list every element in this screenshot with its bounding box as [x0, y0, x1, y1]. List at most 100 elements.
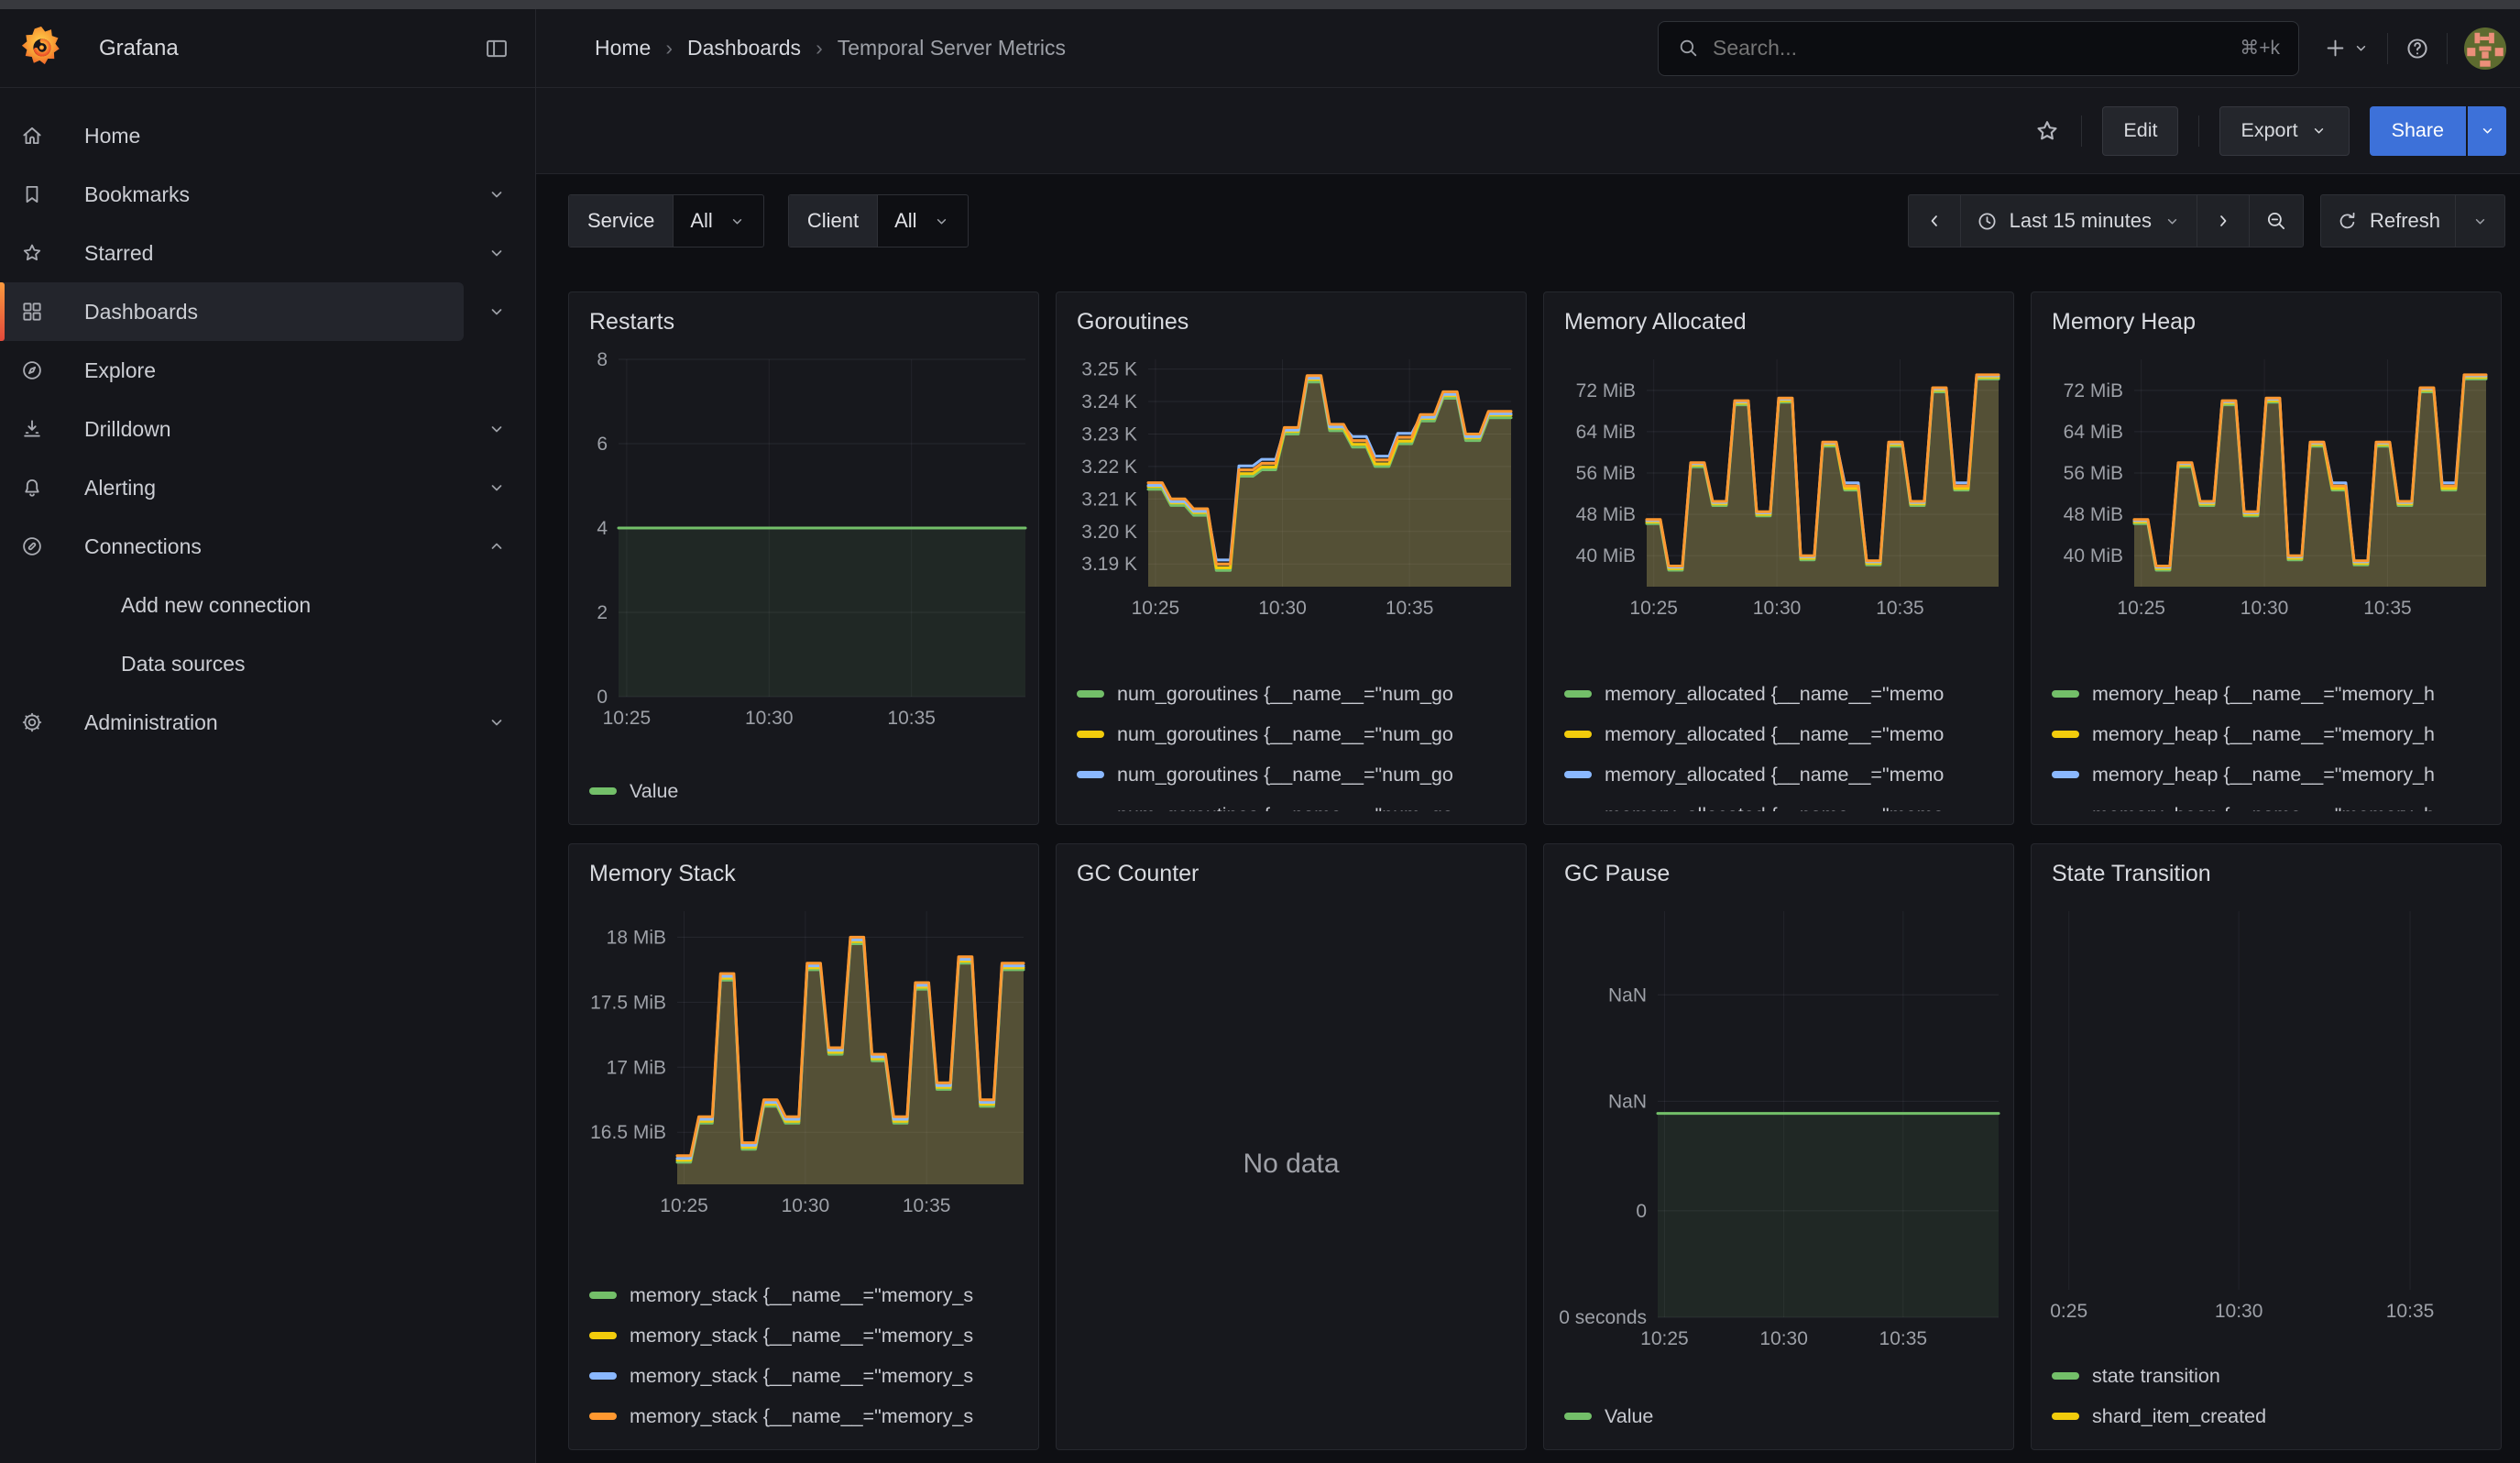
legend-item[interactable]: memory_heap {__name__="memory_h	[2052, 754, 2492, 795]
legend-item[interactable]: memory_allocated {__name__="memo	[1564, 795, 2004, 811]
export-button[interactable]: Export	[2219, 106, 2349, 156]
panel-title[interactable]: Memory Heap	[2032, 292, 2501, 339]
add-button[interactable]	[2323, 36, 2371, 60]
edit-button[interactable]: Edit	[2102, 106, 2178, 156]
timeseries-chart[interactable]: 16.5 MiB17 MiB17.5 MiB18 MiB10:2510:3010…	[569, 898, 1038, 1219]
svg-text:18 MiB: 18 MiB	[607, 927, 666, 948]
legend-item[interactable]: memory_allocated {__name__="memo	[1564, 714, 2004, 754]
legend-item[interactable]: num_goroutines {__name__="num_go	[1077, 714, 1517, 754]
panel-memory-allocated: Memory Allocated 40 MiB48 MiB56 MiB64 MiB…	[1543, 292, 2014, 825]
divider	[2447, 33, 2448, 64]
svg-text:10:30: 10:30	[782, 1195, 830, 1216]
variable-service-value[interactable]: All	[674, 195, 762, 247]
legend-item[interactable]: memory_stack {__name__="memory_s	[589, 1275, 1029, 1315]
time-controls: Last 15 minutes Refresh	[1908, 194, 2505, 248]
sidebar-item-administration[interactable]: Administration	[0, 693, 535, 752]
sidebar-collapse-icon[interactable]	[484, 36, 509, 61]
panel-memory-heap: Memory Heap 40 MiB48 MiB56 MiB64 MiB72 Mi…	[2031, 292, 2502, 825]
star-dashboard-button[interactable]	[2033, 117, 2061, 145]
sidebar-item-connections[interactable]: Connections	[0, 517, 535, 576]
svg-text:10:25: 10:25	[1640, 1328, 1689, 1349]
legend-item[interactable]: memory_heap {__name__="memory_h	[2052, 674, 2492, 714]
divider	[2198, 116, 2199, 147]
search-input[interactable]: ⌘+k	[1658, 21, 2299, 76]
legend-item[interactable]: num_goroutines {__name__="num_go	[1077, 754, 1517, 795]
svg-text:3.20 K: 3.20 K	[1081, 522, 1137, 543]
legend-item[interactable]: shard_item_created	[2052, 1396, 2492, 1436]
timeseries-chart[interactable]: 0:2510:3010:35	[2032, 898, 2501, 1325]
window-top-strip	[0, 0, 2520, 9]
chevron-down-icon	[2351, 38, 2371, 58]
panel-title[interactable]: Memory Stack	[569, 844, 1038, 891]
sidebar-item-add-new-connection[interactable]: Add new connection	[0, 576, 535, 634]
sidebar-item-home[interactable]: Home	[0, 106, 535, 165]
sidebar-item-dashboards[interactable]: Dashboards	[0, 282, 535, 341]
timeseries-chart[interactable]: 0246810:2510:3010:35	[569, 346, 1038, 732]
legend-item[interactable]: memory_allocated {__name__="memo	[1564, 754, 2004, 795]
svg-text:40 MiB: 40 MiB	[1576, 545, 1636, 566]
legend-series-label: memory_allocated {__name__="memo	[1605, 683, 1944, 706]
breadcrumb: Home › Dashboards › Temporal Server Metr…	[595, 36, 1066, 60]
sidebar-item-label: Alerting	[84, 476, 156, 500]
share-button[interactable]: Share	[2370, 106, 2466, 156]
divider	[2387, 33, 2388, 64]
legend-series-color	[2052, 690, 2079, 698]
grafana-logo-icon	[20, 25, 62, 72]
sidebar-item-explore[interactable]: Explore	[0, 341, 535, 400]
legend-item[interactable]: Value	[589, 771, 1029, 811]
legend-series-label: memory_stack {__name__="memory_s	[630, 1284, 973, 1307]
chevron-down-icon	[486, 183, 508, 205]
legend-item[interactable]: memory_heap {__name__="memory_h	[2052, 714, 2492, 754]
svg-text:10:30: 10:30	[1753, 598, 1802, 619]
user-avatar[interactable]	[2464, 28, 2506, 70]
legend-series-color	[1564, 1413, 1592, 1420]
panel-title[interactable]: Goroutines	[1057, 292, 1526, 339]
timeseries-chart[interactable]: NaNNaN00 seconds10:2510:3010:35	[1544, 898, 2013, 1352]
variable-service[interactable]: Service All	[568, 194, 764, 248]
legend-item[interactable]: Value	[1564, 1396, 2004, 1436]
refresh-button[interactable]: Refresh	[2321, 195, 2456, 247]
sidebar-item-starred[interactable]: Starred	[0, 224, 535, 282]
search-field[interactable]	[1713, 36, 2227, 60]
legend-item[interactable]: memory_heap {__name__="memory_h	[2052, 795, 2492, 811]
refresh-interval-button[interactable]	[2456, 195, 2504, 247]
share-dropdown-button[interactable]	[2468, 106, 2506, 156]
time-forward-button[interactable]	[2197, 195, 2250, 247]
chevron-down-icon	[2163, 212, 2182, 231]
timeseries-chart[interactable]: 3.19 K3.20 K3.21 K3.22 K3.23 K3.24 K3.25…	[1057, 346, 1526, 622]
time-back-button[interactable]	[1909, 195, 1961, 247]
time-range-button[interactable]: Last 15 minutes	[1961, 195, 2197, 247]
timeseries-chart[interactable]: 40 MiB48 MiB56 MiB64 MiB72 MiB10:2510:30…	[1544, 346, 2013, 622]
breadcrumb-dashboards[interactable]: Dashboards	[687, 36, 801, 60]
variable-service-selected: All	[690, 209, 712, 233]
svg-text:10:30: 10:30	[2215, 1301, 2263, 1322]
panel-title[interactable]: Memory Allocated	[1544, 292, 2013, 339]
sidebar-item-alerting[interactable]: Alerting	[0, 458, 535, 517]
breadcrumb-home[interactable]: Home	[595, 36, 651, 60]
help-button[interactable]	[2405, 36, 2430, 61]
panel-title[interactable]: GC Pause	[1544, 844, 2013, 891]
panel-title[interactable]: GC Counter	[1057, 844, 1526, 891]
legend-item[interactable]: memory_allocated {__name__="memo	[1564, 674, 2004, 714]
legend-item[interactable]: num_goroutines {__name__="num_go	[1077, 795, 1517, 811]
legend-item[interactable]: state transition	[2052, 1356, 2492, 1396]
time-zoom-out-button[interactable]	[2250, 195, 2303, 247]
legend-series-color	[2052, 1413, 2079, 1420]
svg-text:3.24 K: 3.24 K	[1081, 391, 1137, 412]
variable-client-value[interactable]: All	[878, 195, 967, 247]
sidebar-item-data-sources[interactable]: Data sources	[0, 634, 535, 693]
svg-text:10:35: 10:35	[903, 1195, 951, 1216]
sidebar-item-bookmarks[interactable]: Bookmarks	[0, 165, 535, 224]
sidebar-item-drilldown[interactable]: Drilldown	[0, 400, 535, 458]
legend-item[interactable]: memory_stack {__name__="memory_s	[589, 1356, 1029, 1396]
legend-item[interactable]: memory_stack {__name__="memory_s	[589, 1315, 1029, 1356]
alerting-icon	[20, 476, 48, 500]
panel-title[interactable]: Restarts	[569, 292, 1038, 339]
legend-item[interactable]: memory_stack {__name__="memory_s	[589, 1396, 1029, 1436]
variable-client[interactable]: Client All	[788, 194, 969, 248]
timeseries-chart[interactable]: 40 MiB48 MiB56 MiB64 MiB72 MiB10:2510:30…	[2032, 346, 2501, 622]
legend-item[interactable]: num_goroutines {__name__="num_go	[1077, 674, 1517, 714]
panel-title[interactable]: State Transition	[2032, 844, 2501, 891]
legend-series-label: Value	[630, 780, 678, 803]
legend-series-label: num_goroutines {__name__="num_go	[1117, 764, 1453, 786]
